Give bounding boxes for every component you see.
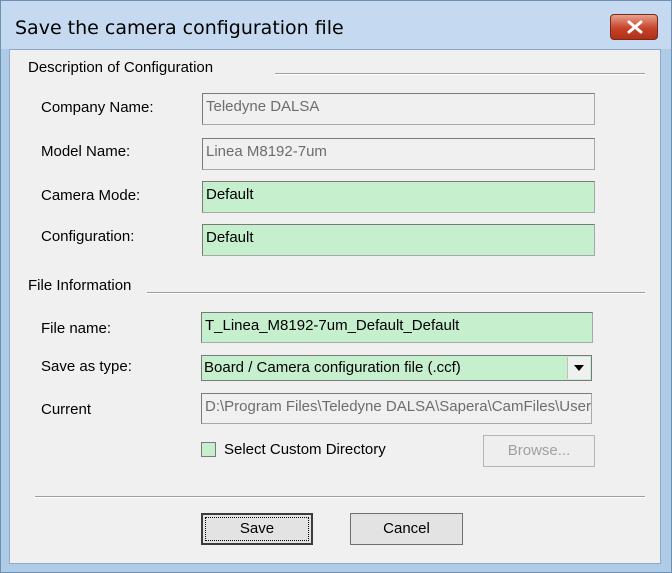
- save-as-type-label: Save as type:: [41, 358, 132, 375]
- title-bar[interactable]: Save the camera configuration file: [1, 1, 671, 49]
- company-name-label: Company Name:: [41, 99, 154, 116]
- custom-directory-label[interactable]: Select Custom Directory: [224, 441, 386, 458]
- model-name-field[interactable]: Linea M8192-7um: [202, 138, 595, 170]
- browse-button[interactable]: Browse...: [483, 435, 595, 467]
- current-directory-field[interactable]: D:\Program Files\Teledyne DALSA\Sapera\C…: [201, 393, 592, 424]
- save-button[interactable]: Save: [201, 513, 313, 545]
- button-area-divider: [35, 496, 645, 498]
- close-icon: [627, 20, 643, 34]
- save-as-type-value: Board / Camera configuration file (.ccf): [204, 359, 461, 376]
- file-name-input[interactable]: T_Linea_M8192-7um_Default_Default: [201, 312, 593, 343]
- dialog-client-area: Description of Configuration Company Nam…: [9, 49, 661, 564]
- current-directory-label: Current: [41, 401, 92, 418]
- configuration-field[interactable]: Default: [202, 224, 595, 256]
- camera-mode-field[interactable]: Default: [202, 181, 595, 213]
- window-title: Save the camera configuration file: [15, 17, 344, 39]
- camera-mode-label: Camera Mode:: [41, 187, 141, 204]
- chevron-down-icon: [574, 365, 584, 371]
- dialog-window: Save the camera configuration file Descr…: [0, 0, 672, 573]
- cancel-button[interactable]: Cancel: [350, 513, 463, 545]
- close-button[interactable]: [610, 14, 658, 40]
- dropdown-button[interactable]: [567, 357, 590, 379]
- company-name-field[interactable]: Teledyne DALSA: [202, 93, 595, 125]
- description-group-divider: [275, 73, 645, 75]
- description-group-label: Description of Configuration: [28, 59, 214, 76]
- save-as-type-select[interactable]: Board / Camera configuration file (.ccf): [201, 355, 592, 381]
- file-name-label: File name:: [41, 320, 112, 337]
- file-group-divider: [147, 292, 645, 294]
- file-group-label: File Information: [28, 277, 132, 294]
- model-name-label: Model Name:: [41, 143, 131, 160]
- configuration-label: Configuration:: [41, 228, 135, 245]
- custom-directory-checkbox[interactable]: [201, 442, 216, 457]
